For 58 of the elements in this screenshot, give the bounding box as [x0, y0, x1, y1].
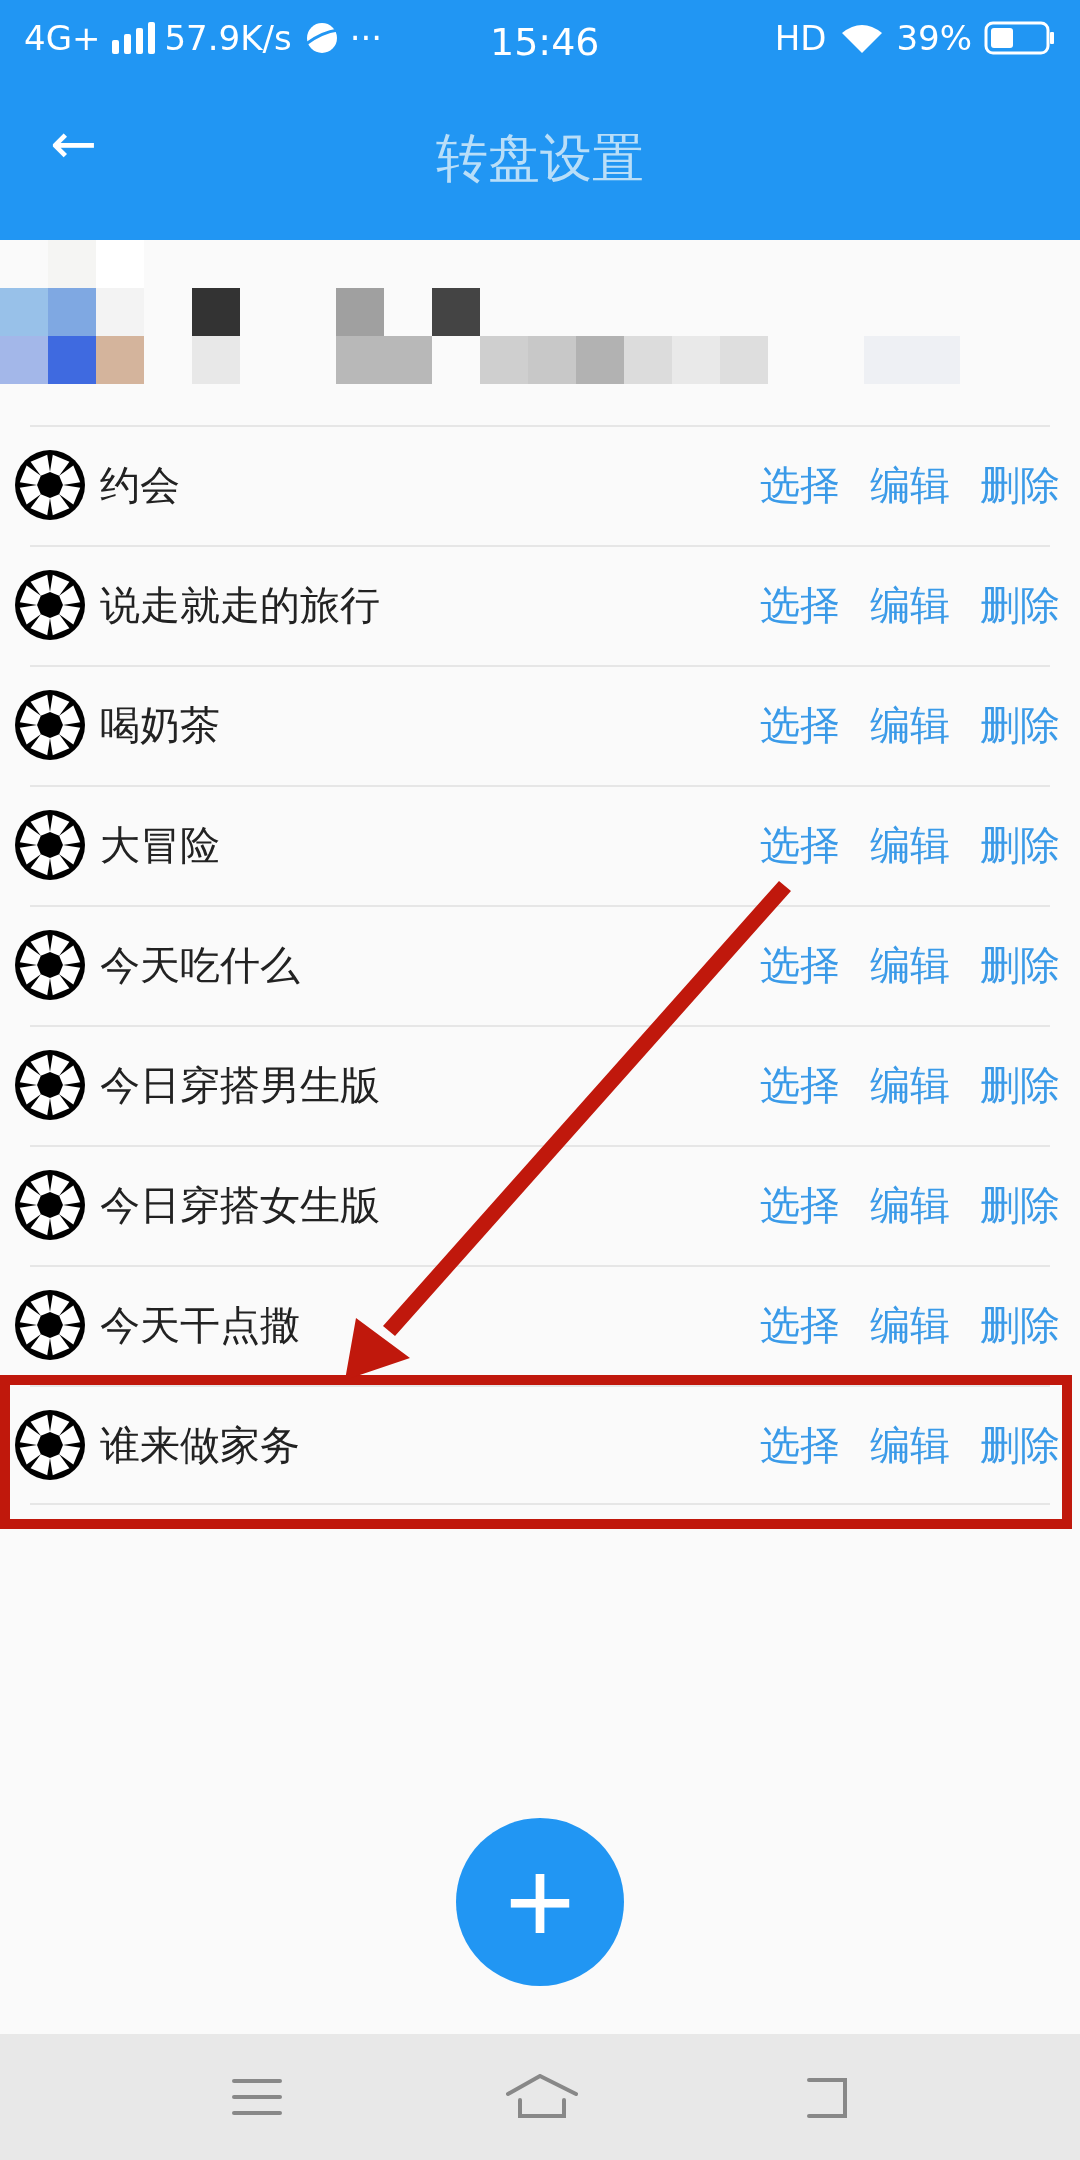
wheel-name: 大冒险 [100, 821, 220, 870]
clock: 15:46 [490, 19, 600, 66]
battery-label: 39% [896, 16, 972, 60]
action-link[interactable]: 删除 [980, 695, 1060, 755]
wheel-name: 约会 [100, 461, 180, 510]
wheel-icon [14, 1289, 86, 1361]
battery-icon [984, 21, 1056, 55]
action-link[interactable]: 删除 [980, 575, 1060, 635]
action-link[interactable]: 选择 [760, 935, 840, 995]
wheel-name: 今天吃什么 [100, 941, 300, 990]
action-link[interactable]: 编辑 [870, 815, 950, 875]
action-link[interactable]: 删除 [980, 1415, 1060, 1475]
menu-icon[interactable] [231, 2077, 284, 2117]
action-link[interactable]: 编辑 [870, 1415, 950, 1475]
action-link[interactable]: 选择 [760, 455, 840, 515]
add-button[interactable]: + [456, 1818, 624, 1986]
action-link[interactable]: 选择 [760, 1415, 840, 1475]
action-link[interactable]: 删除 [980, 1295, 1060, 1355]
action-link[interactable]: 选择 [760, 1175, 840, 1235]
action-link[interactable]: 删除 [980, 815, 1060, 875]
wheel-name: 今天干点撒 [100, 1301, 300, 1350]
wheel-name: 喝奶茶 [100, 701, 220, 750]
hd-label: HD [774, 16, 827, 60]
wheel-icon [14, 809, 86, 881]
action-link[interactable]: 编辑 [870, 1055, 950, 1115]
action-link[interactable]: 删除 [980, 1175, 1060, 1235]
wheel-icon [14, 1409, 86, 1481]
wheel-icon [14, 449, 86, 521]
action-link[interactable]: 编辑 [870, 935, 950, 995]
wheel-icon [14, 929, 86, 1001]
signal-icon [112, 22, 157, 54]
wheel-name: 今日穿搭男生版 [100, 1061, 380, 1110]
wheel-icon [14, 689, 86, 761]
page-title: 转盘设置 [436, 127, 644, 190]
action-link[interactable]: 编辑 [870, 1295, 950, 1355]
action-link[interactable]: 删除 [980, 1055, 1060, 1115]
wheel-name: 今日穿搭女生版 [100, 1181, 380, 1230]
home-icon[interactable] [506, 2074, 578, 2120]
wheel-icon [14, 569, 86, 641]
network-label: 4G+ [24, 16, 101, 60]
wheel-name: 谁来做家务 [100, 1421, 300, 1470]
more-label: ··· [349, 16, 383, 60]
back-button[interactable]: ← [50, 116, 97, 172]
wheel-icon [14, 1049, 86, 1121]
wheel-name: 说走就走的旅行 [100, 581, 380, 630]
action-link[interactable]: 删除 [980, 455, 1060, 515]
action-link[interactable]: 选择 [760, 575, 840, 635]
action-link[interactable]: 选择 [760, 1295, 840, 1355]
action-link[interactable]: 编辑 [870, 455, 950, 515]
action-link[interactable]: 删除 [980, 935, 1060, 995]
action-link[interactable]: 编辑 [870, 575, 950, 635]
action-link[interactable]: 选择 [760, 1055, 840, 1115]
action-link[interactable]: 编辑 [870, 1175, 950, 1235]
wheel-icon [14, 1169, 86, 1241]
action-link[interactable]: 编辑 [870, 695, 950, 755]
action-link[interactable]: 选择 [760, 815, 840, 875]
speed-label: 57.9K/s [164, 16, 292, 60]
action-link[interactable]: 选择 [760, 695, 840, 755]
